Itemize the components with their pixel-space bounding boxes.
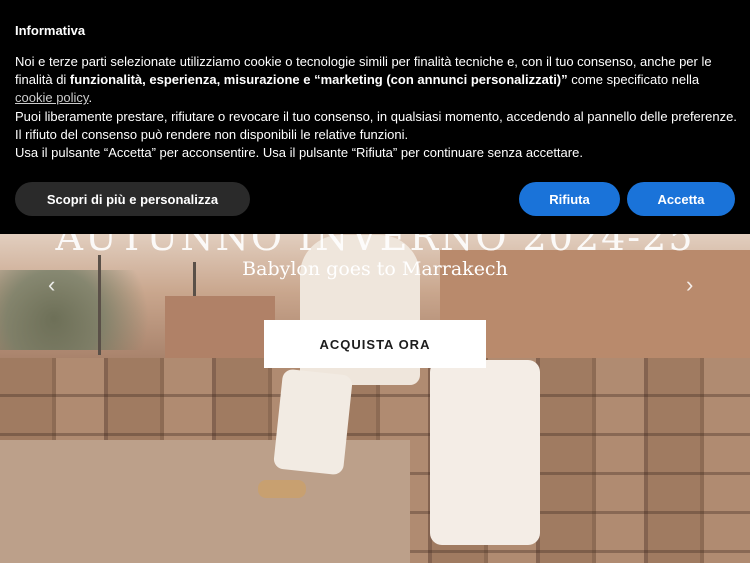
cookie-banner-title: Informativa xyxy=(15,23,86,38)
background-ruin xyxy=(165,296,275,362)
stone-ledge xyxy=(0,440,410,563)
model-shoe xyxy=(258,480,306,498)
cookie-paragraph-1: Noi e terze parti selezionate utilizziam… xyxy=(15,53,740,108)
model-leg xyxy=(272,368,354,476)
bold-purposes: funzionalità, esperienza, misurazione e … xyxy=(69,72,568,88)
carousel-next-icon[interactable]: › xyxy=(686,272,693,298)
customize-button[interactable]: Scopri di più e personalizza xyxy=(15,182,250,216)
cookie-policy-link[interactable]: cookie policy xyxy=(15,90,88,105)
hero-subtitle: Babylon goes to Marrakech xyxy=(242,258,508,280)
text-span: come specificato nella xyxy=(567,72,700,88)
cookie-paragraph-2: Puoi liberamente prestare, rifiutare o r… xyxy=(15,108,737,142)
text-span: . xyxy=(88,90,93,106)
shop-now-button[interactable]: ACQUISTA ORA xyxy=(264,320,486,368)
cookie-banner-text: Noi e terze parti selezionate utilizziam… xyxy=(15,53,740,162)
accept-button[interactable]: Accetta xyxy=(627,182,735,216)
cookie-paragraph-3: Usa il pulsante “Accetta” per acconsenti… xyxy=(15,145,583,161)
background-trees xyxy=(0,270,180,350)
model-leg xyxy=(430,360,540,545)
carousel-prev-icon[interactable]: ‹ xyxy=(48,272,55,298)
cookie-banner: Informativa Noi e terze parti selezionat… xyxy=(0,0,750,234)
reject-button[interactable]: Rifiuta xyxy=(519,182,620,216)
